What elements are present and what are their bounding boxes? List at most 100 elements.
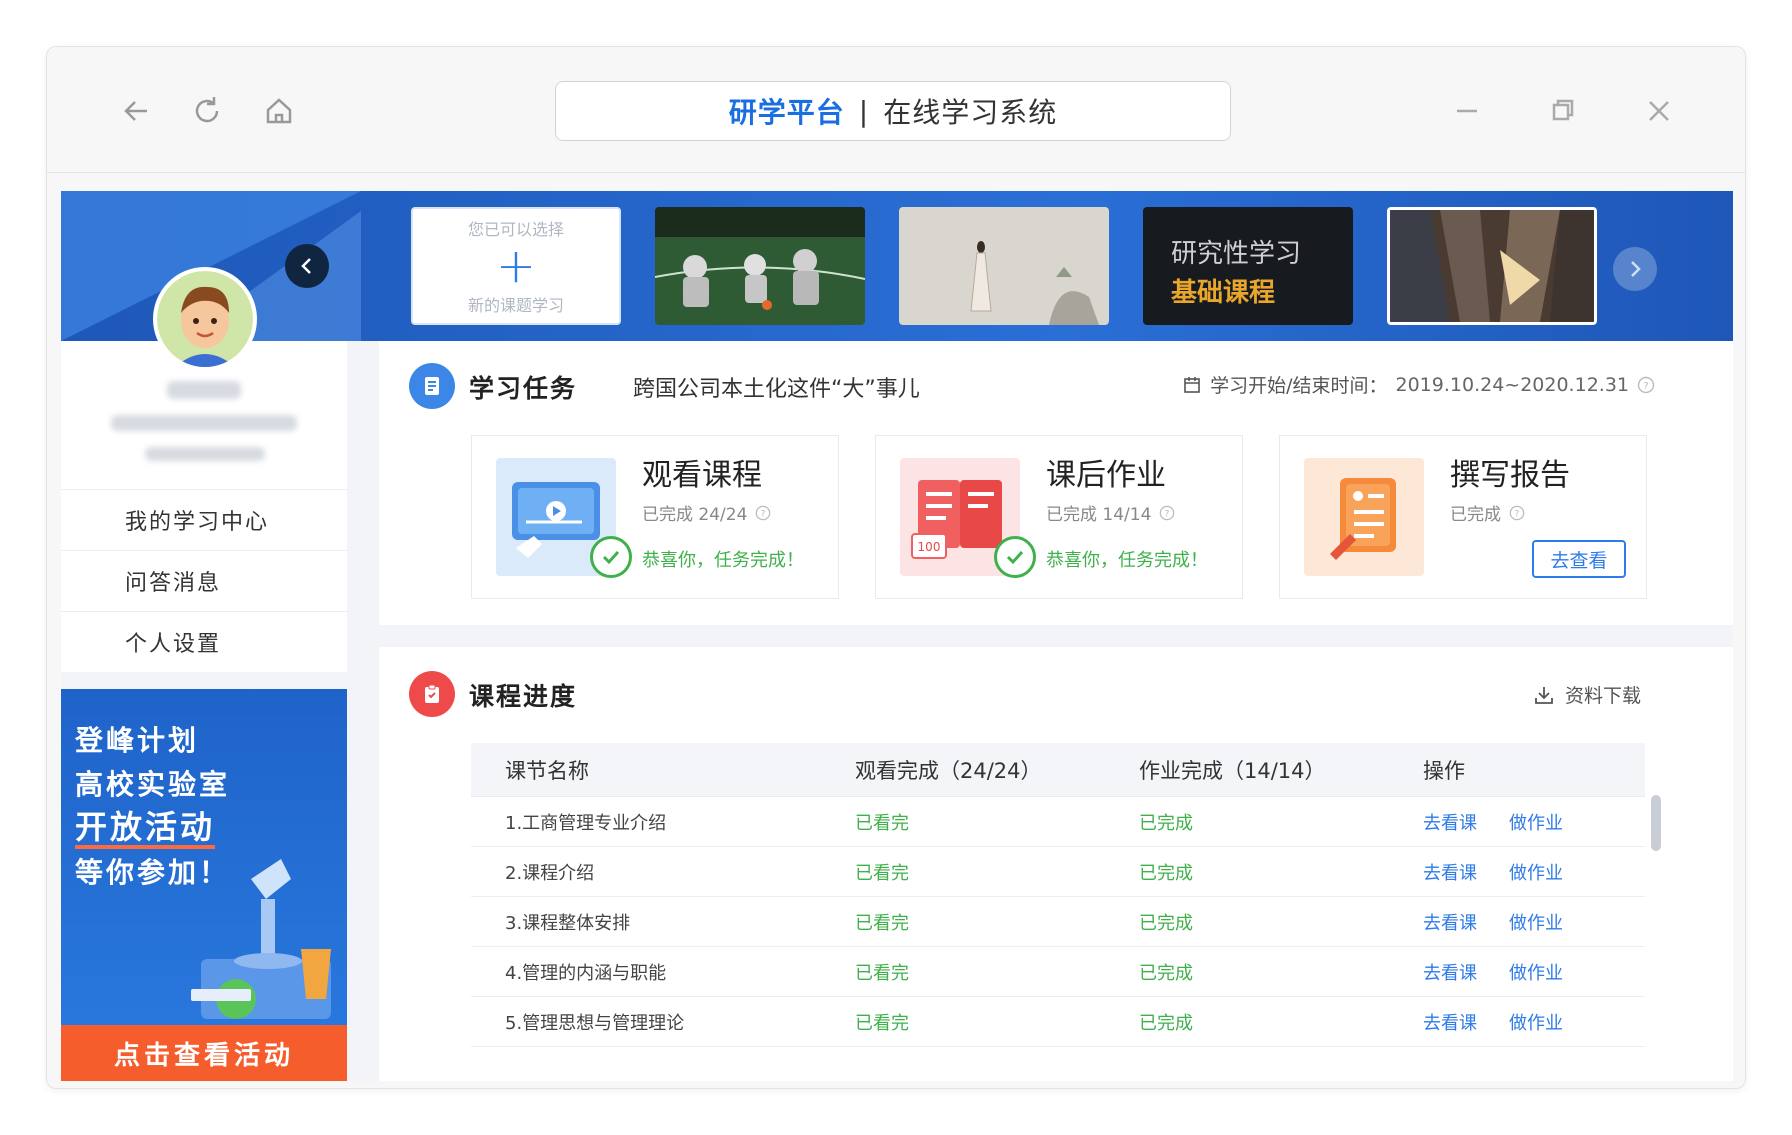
banner-next-button[interactable] [1613, 247, 1657, 291]
blurred-username [167, 381, 241, 399]
table-row: 2.课程介绍 已看完 已完成 去看课 做作业 [471, 847, 1645, 897]
homework-status: 已完成 [1139, 812, 1193, 834]
homework-status: 已完成 [1139, 962, 1193, 984]
task-count-watch-text: 已完成 24/24 [642, 505, 748, 525]
column-header-action: 操作 [1423, 758, 1465, 783]
painting-image [899, 207, 1109, 325]
table-row: 1.工商管理专业介绍 已看完 已完成 去看课 做作业 [471, 797, 1645, 847]
task-status-homework: 恭喜你，任务完成！ [1046, 550, 1208, 571]
learning-tasks-panel: 学习任务 跨国公司本土化这件“大”事儿 学习开始/结束时间： 2019.10.2… [379, 341, 1733, 625]
do-homework-link[interactable]: 做作业 [1509, 909, 1563, 935]
research-course-line1: 研究性学习 [1171, 239, 1302, 269]
column-header-homework: 作业完成（14/14） [1139, 758, 1326, 783]
collapse-sidebar-button[interactable] [285, 244, 329, 288]
help-icon[interactable]: ? [755, 505, 771, 521]
task-name-homework: 课后作业 [1046, 458, 1166, 493]
promo-text: 登峰计划 高校实验室 开放活动 等你参加！ [75, 719, 230, 895]
lesson-name: 5.管理思想与管理理论 [505, 1012, 685, 1034]
view-activity-button[interactable]: 点击查看活动 [61, 1025, 347, 1081]
svg-text:100: 100 [918, 540, 941, 554]
table-row: 4.管理的内涵与职能 已看完 已完成 去看课 做作业 [471, 947, 1645, 997]
course-progress-panel: 课程进度 资料下载 课节名称 观看完成（24/24） 作业完成（14/14） 操… [379, 647, 1733, 1081]
sidebar-item-qa-messages[interactable]: 问答消息 [61, 550, 347, 611]
download-materials-link[interactable]: 资料下载 [1533, 681, 1641, 708]
close-icon[interactable] [1643, 95, 1675, 127]
buildings-image [1390, 210, 1594, 322]
sidebar: 我的学习中心 问答消息 个人设置 登峰计划 高校实验室 开放活动 等你参加！ 点… [61, 341, 347, 1081]
home-icon[interactable] [259, 91, 299, 131]
promo-line1: 登峰计划 [75, 724, 200, 757]
do-homework-link[interactable]: 做作业 [1509, 1009, 1563, 1035]
document-icon [409, 363, 455, 409]
address-bar[interactable]: 研学平台 | 在线学习系统 [555, 81, 1231, 141]
sidebar-item-learning-center[interactable]: 我的学习中心 [61, 489, 347, 550]
view-report-button[interactable]: 去查看 [1532, 540, 1626, 578]
help-icon[interactable]: ? [1159, 505, 1175, 521]
do-homework-link[interactable]: 做作业 [1509, 859, 1563, 885]
svg-text:?: ? [1515, 509, 1520, 519]
user-avatar-image [157, 271, 253, 367]
report-illustration [1304, 458, 1424, 576]
add-topic-card[interactable]: 您已可以选择 + 新的课题学习 [411, 207, 621, 325]
do-homework-link[interactable]: 做作业 [1509, 809, 1563, 835]
task-count-report: 已完成 ? [1450, 500, 1525, 525]
go-watch-link[interactable]: 去看课 [1423, 1009, 1477, 1035]
plus-icon: + [495, 238, 537, 294]
help-icon[interactable]: ? [1509, 505, 1525, 521]
platform-name: 研学平台 [728, 96, 845, 129]
promo-line3: 开放活动 [75, 809, 216, 849]
back-arrow-icon[interactable] [117, 91, 157, 131]
go-watch-link[interactable]: 去看课 [1423, 959, 1477, 985]
browser-window: 研学平台 | 在线学习系统 您已可以选择 + 新的课题学习 研究性学习 基础课程… [46, 46, 1746, 1089]
research-course-line2: 基础课程 [1171, 278, 1276, 308]
download-label: 资料下载 [1564, 685, 1641, 707]
add-topic-line1: 您已可以选择 [467, 220, 564, 239]
lesson-name: 4.管理的内涵与职能 [505, 962, 667, 984]
app-content: 您已可以选择 + 新的课题学习 研究性学习 基础课程 我的学习中心 问答消息 个… [61, 191, 1733, 1081]
restore-icon[interactable] [1547, 95, 1579, 127]
table-header: 课节名称 观看完成（24/24） 作业完成（14/14） 操作 [471, 743, 1645, 797]
column-header-watch: 观看完成（24/24） [855, 758, 1042, 783]
svg-text:?: ? [1165, 509, 1170, 519]
avatar[interactable] [153, 267, 257, 371]
table-scrollbar[interactable] [1651, 795, 1661, 851]
sidebar-item-settings[interactable]: 个人设置 [61, 611, 347, 672]
go-watch-link[interactable]: 去看课 [1423, 909, 1477, 935]
task-time-range: 学习开始/结束时间： 2019.10.24~2020.12.31 ? [1182, 371, 1655, 398]
add-topic-line2: 新的课题学习 [467, 296, 564, 315]
svg-text:?: ? [1643, 381, 1648, 392]
title-separator: | [858, 94, 870, 128]
course-progress-table: 课节名称 观看完成（24/24） 作业完成（14/14） 操作 1.工商管理专业… [471, 743, 1645, 1047]
homework-status: 已完成 [1139, 912, 1193, 934]
course-thumbnail-research[interactable]: 研究性学习 基础课程 [1143, 207, 1353, 325]
clipboard-icon [409, 671, 455, 717]
check-icon [994, 536, 1036, 578]
go-watch-link[interactable]: 去看课 [1423, 809, 1477, 835]
task-card-report[interactable]: 撰写报告 已完成 ? 去查看 [1279, 435, 1647, 599]
task-status-watch: 恭喜你，任务完成！ [642, 550, 804, 571]
help-icon[interactable]: ? [1637, 376, 1655, 394]
lesson-name: 1.工商管理专业介绍 [505, 812, 667, 834]
table-row: 3.课程整体安排 已看完 已完成 去看课 做作业 [471, 897, 1645, 947]
download-icon [1535, 686, 1553, 704]
refresh-icon[interactable] [187, 91, 227, 131]
task-card-watch-course[interactable]: 观看课程 已完成 24/24 ? 恭喜你，任务完成！ [471, 435, 839, 599]
task-name-watch: 观看课程 [642, 458, 762, 493]
lesson-name: 3.课程整体安排 [505, 912, 631, 934]
blurred-id [145, 447, 265, 461]
go-watch-link[interactable]: 去看课 [1423, 859, 1477, 885]
course-thumbnail-painting[interactable] [899, 207, 1109, 325]
check-icon [590, 536, 632, 578]
course-thumbnail-buildings[interactable] [1387, 207, 1597, 325]
time-value: 2019.10.24~2020.12.31 [1395, 373, 1630, 396]
promo-banner[interactable]: 登峰计划 高校实验室 开放活动 等你参加！ 点击查看活动 [61, 689, 347, 1081]
promo-line2: 高校实验室 [75, 768, 231, 801]
task-card-homework[interactable]: 100 课后作业 已完成 14/14 ? 恭喜你，任务完成！ [875, 435, 1243, 599]
task-subject: 跨国公司本土化这件“大”事儿 [633, 377, 920, 402]
minimize-icon[interactable] [1451, 95, 1483, 127]
table-row: 5.管理思想与管理理论 已看完 已完成 去看课 做作业 [471, 997, 1645, 1047]
svg-text:?: ? [761, 509, 766, 519]
task-count-homework: 已完成 14/14 ? [1046, 500, 1175, 525]
course-thumbnail-robots[interactable] [655, 207, 865, 325]
do-homework-link[interactable]: 做作业 [1509, 959, 1563, 985]
